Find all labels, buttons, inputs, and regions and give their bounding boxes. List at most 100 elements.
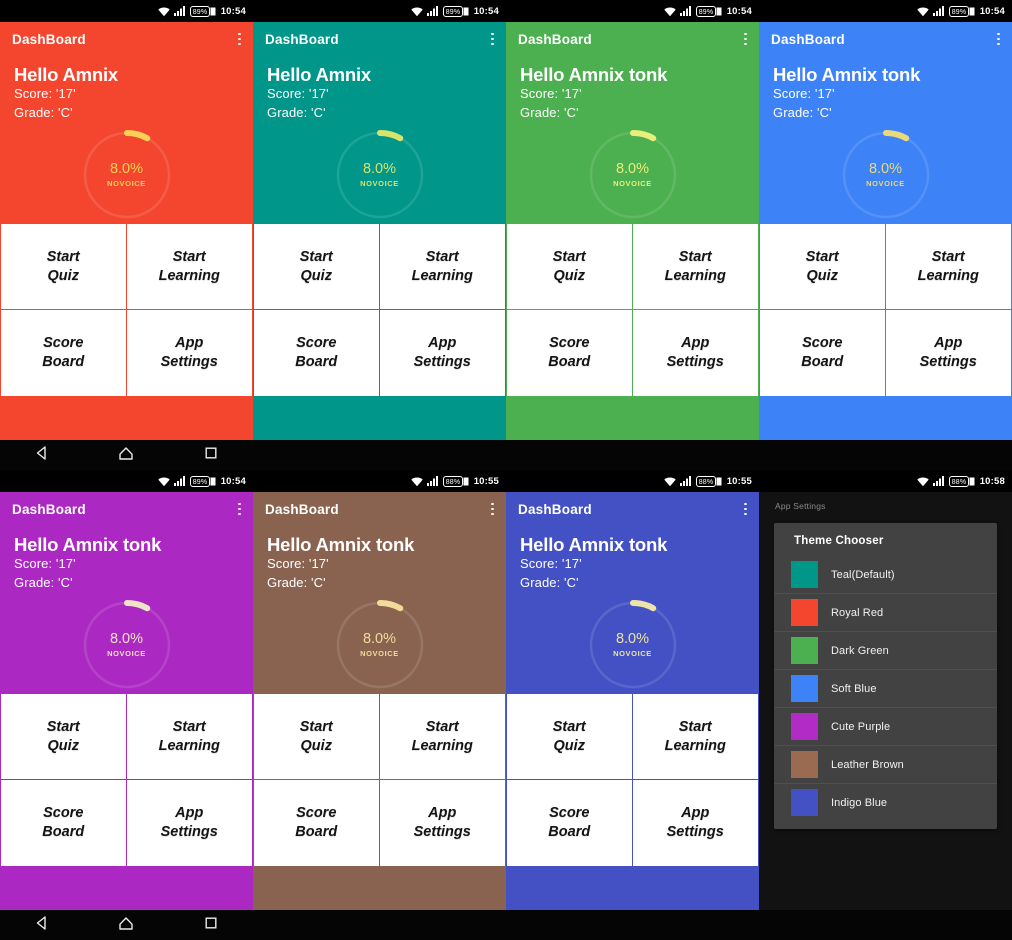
back-triangle-icon[interactable]: [34, 445, 50, 466]
theme-color-swatch: [791, 789, 818, 816]
kebab-menu-icon[interactable]: [491, 32, 494, 46]
theme-option-cute-purple[interactable]: Cute Purple: [774, 707, 997, 745]
button-start-learning[interactable]: Start Learning: [126, 224, 252, 310]
app-settings-screen: 88% 10:58 App Settings Theme Chooser Tea…: [759, 470, 1012, 910]
progress-ring: [81, 599, 172, 690]
back-triangle-icon[interactable]: [34, 915, 50, 936]
wifi-icon: [410, 7, 423, 16]
wifi-icon: [916, 7, 929, 16]
cellular-signal-icon: [932, 6, 944, 16]
button-start-learning[interactable]: Start Learning: [632, 224, 758, 310]
panel-row2-col4: 88% 10:58 App Settings Theme Chooser Tea…: [759, 470, 1012, 910]
score-text: Score: '17': [773, 86, 835, 102]
panel-row1-col2: 89% 10:54 DashBoard Hello Amnix Score: '…: [253, 0, 506, 440]
greeting-text: Hello Amnix tonk: [520, 534, 668, 555]
theme-option-dark-green[interactable]: Dark Green: [774, 631, 997, 669]
button-start-learning[interactable]: Start Learning: [885, 224, 1011, 310]
recents-square-icon[interactable]: [203, 445, 219, 466]
dashboard-screen-dark-green: 89% 10:54 DashBoard Hello Amnix tonk Sco…: [506, 0, 759, 440]
cellular-signal-icon: [426, 6, 438, 16]
app-bar: DashBoard: [253, 492, 506, 526]
kebab-menu-icon[interactable]: [238, 502, 241, 516]
button-app-settings[interactable]: App Settings: [126, 780, 252, 866]
button-start-learning[interactable]: Start Learning: [379, 224, 505, 310]
battery-icon: 89%: [695, 5, 722, 17]
wifi-icon: [410, 477, 423, 486]
button-score-board[interactable]: Score Board: [1, 780, 127, 866]
svg-text:88%: 88%: [951, 479, 966, 486]
action-grid: Start Quiz Start Learning Score Board App Se…: [0, 223, 253, 397]
android-nav-bar: [0, 440, 253, 470]
wifi-icon: [663, 7, 676, 16]
kebab-menu-icon[interactable]: [997, 32, 1000, 46]
battery-icon: 88%: [695, 475, 722, 487]
action-grid: Start Quiz Start Learning Score Board App Se…: [253, 693, 506, 867]
theme-option-label: Soft Blue: [831, 682, 877, 695]
panel-row1-col1: 89% 10:54 DashBoard Hello Amnix Score: '…: [0, 0, 253, 440]
theme-option-leather-brown[interactable]: Leather Brown: [774, 745, 997, 783]
theme-color-swatch: [791, 637, 818, 664]
grade-text: Grade: 'C': [267, 575, 326, 591]
theme-option-indigo-blue[interactable]: Indigo Blue: [774, 783, 997, 821]
greeting-text: Hello Amnix tonk: [773, 64, 921, 85]
recents-square-icon[interactable]: [203, 915, 219, 936]
button-score-board[interactable]: Score Board: [1, 310, 127, 396]
status-bar-clock: 10:54: [220, 5, 246, 17]
button-start-learning[interactable]: Start Learning: [379, 694, 505, 780]
grade-text: Grade: 'C': [267, 105, 326, 121]
app-bar: DashBoard: [506, 492, 759, 526]
button-label: Score Board: [295, 805, 338, 840]
button-app-settings[interactable]: App Settings: [885, 310, 1011, 396]
kebab-menu-icon[interactable]: [744, 32, 747, 46]
theme-color-swatch: [791, 675, 818, 702]
button-start-quiz[interactable]: Start Quiz: [507, 694, 633, 780]
button-app-settings[interactable]: App Settings: [379, 780, 505, 866]
svg-text:89%: 89%: [192, 9, 207, 16]
kebab-menu-icon[interactable]: [744, 502, 747, 516]
button-start-quiz[interactable]: Start Quiz: [254, 694, 380, 780]
app-bar: DashBoard: [759, 22, 1012, 56]
button-start-learning[interactable]: Start Learning: [126, 694, 252, 780]
progress-ring: [334, 599, 425, 690]
theme-option-soft-blue[interactable]: Soft Blue: [774, 669, 997, 707]
button-app-settings[interactable]: App Settings: [632, 780, 758, 866]
theme-option-teal-default[interactable]: Teal(Default): [774, 556, 997, 593]
button-app-settings[interactable]: App Settings: [126, 310, 252, 396]
button-start-learning[interactable]: Start Learning: [632, 694, 758, 780]
home-pentagon-icon[interactable]: [118, 915, 134, 936]
button-score-board[interactable]: Score Board: [507, 780, 633, 866]
button-score-board[interactable]: Score Board: [254, 780, 380, 866]
button-start-quiz[interactable]: Start Quiz: [507, 224, 633, 310]
hero-section: Hello Amnix tonk Score: '17' Grade: 'C' …: [253, 526, 506, 693]
greeting-text: Hello Amnix tonk: [520, 64, 668, 85]
progress-ring: [587, 129, 678, 220]
button-app-settings[interactable]: App Settings: [632, 310, 758, 396]
dashboard-screen-royal-red: 89% 10:54 DashBoard Hello Amnix Score: '…: [0, 0, 253, 440]
button-score-board[interactable]: Score Board: [254, 310, 380, 396]
kebab-menu-icon[interactable]: [491, 502, 494, 516]
grade-text: Grade: 'C': [14, 575, 73, 591]
button-score-board[interactable]: Score Board: [507, 310, 633, 396]
button-start-quiz[interactable]: Start Quiz: [254, 224, 380, 310]
button-label: Score Board: [42, 805, 85, 840]
button-start-quiz[interactable]: Start Quiz: [1, 224, 127, 310]
status-bar: 88% 10:58: [759, 470, 1012, 492]
button-score-board[interactable]: Score Board: [760, 310, 886, 396]
theme-option-royal-red[interactable]: Royal Red: [774, 593, 997, 631]
dashboard-screen-indigo-blue: 88% 10:55 DashBoard Hello Amnix tonk Sco…: [506, 470, 759, 910]
button-label: Score Board: [548, 805, 591, 840]
button-label: Score Board: [548, 335, 591, 370]
button-start-quiz[interactable]: Start Quiz: [760, 224, 886, 310]
panel-row1-col4: 89% 10:54 DashBoard Hello Amnix tonk Sco…: [759, 0, 1012, 440]
button-label: Score Board: [42, 335, 85, 370]
kebab-menu-icon[interactable]: [238, 32, 241, 46]
home-pentagon-icon[interactable]: [118, 445, 134, 466]
progress-ring: [334, 129, 425, 220]
nav-bar-row-1: [0, 440, 1012, 470]
wifi-icon: [157, 7, 170, 16]
theme-option-label: Royal Red: [831, 606, 884, 619]
button-app-settings[interactable]: App Settings: [379, 310, 505, 396]
theme-color-swatch: [791, 561, 818, 588]
greeting-text: Hello Amnix tonk: [14, 534, 162, 555]
button-start-quiz[interactable]: Start Quiz: [1, 694, 127, 780]
